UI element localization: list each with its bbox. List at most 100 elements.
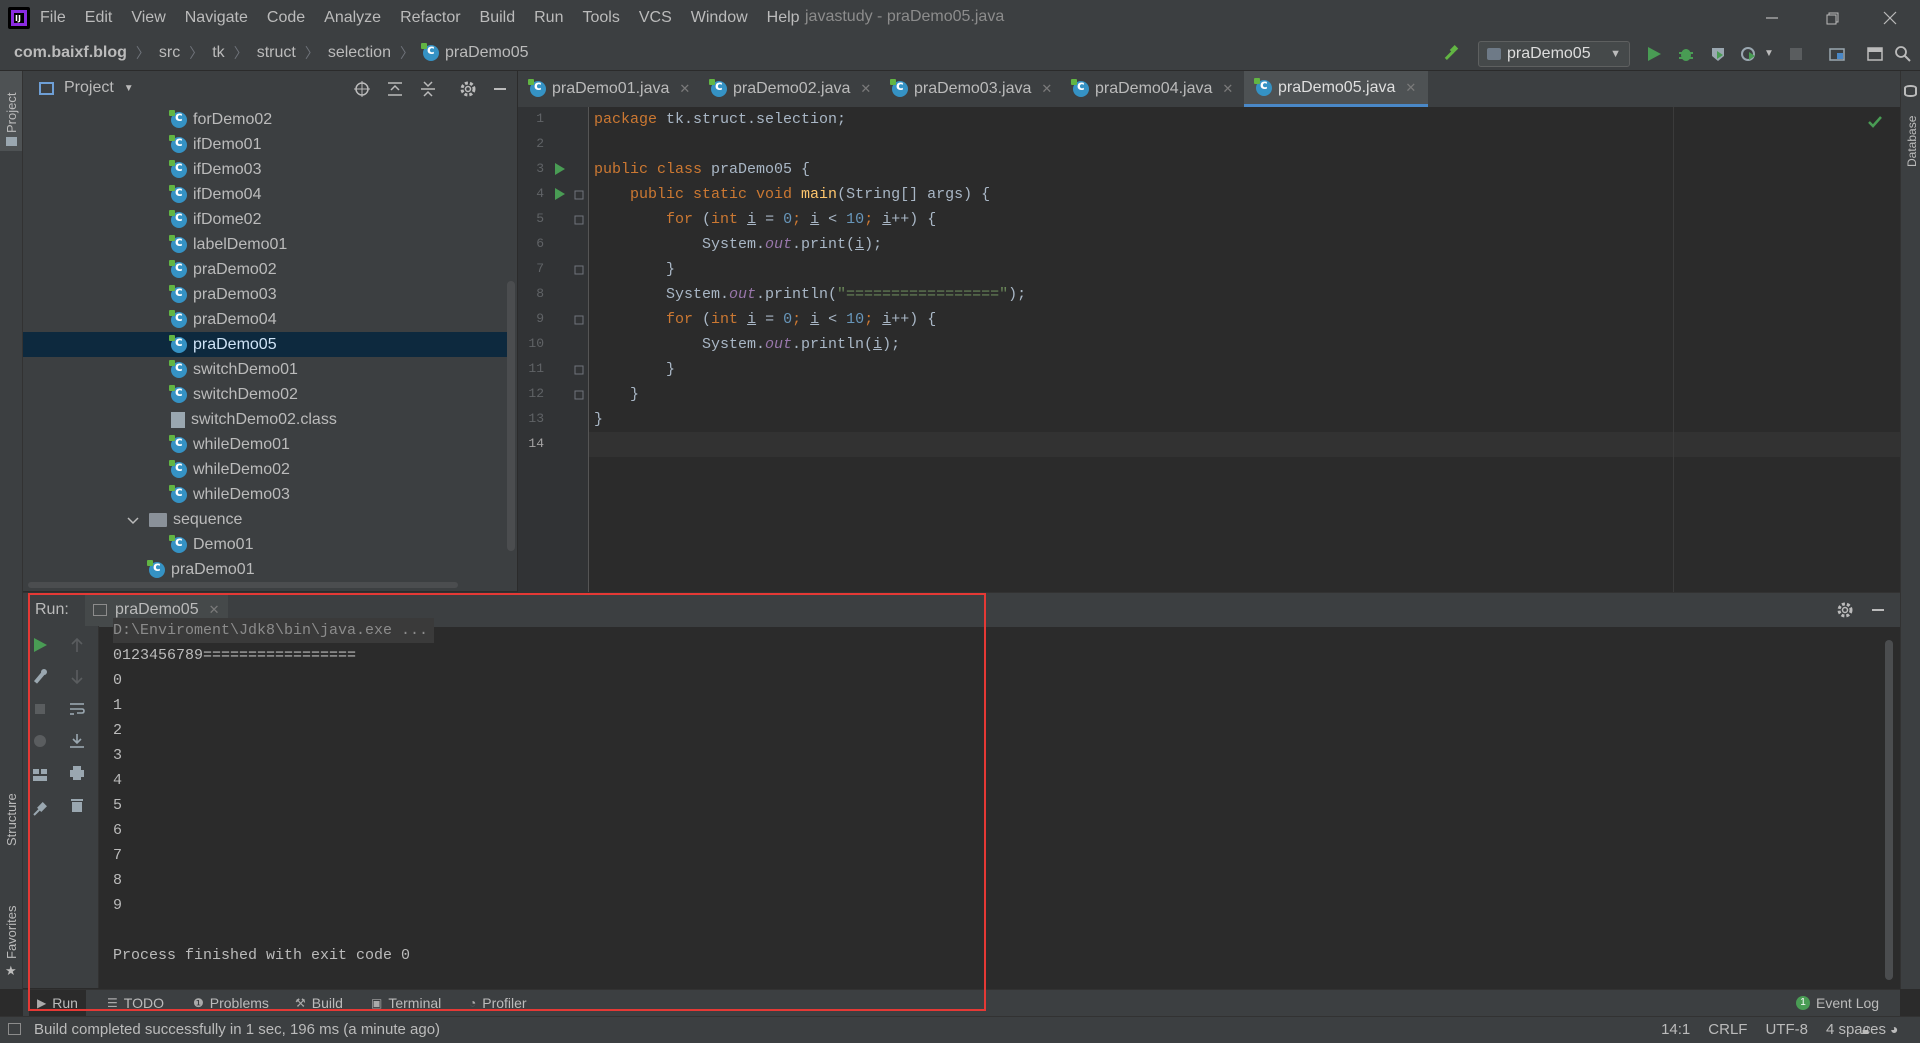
search-icon[interactable] xyxy=(1894,45,1912,63)
tree-item[interactable]: ifDemo03 xyxy=(23,157,513,182)
tab-praDemo05-active[interactable]: praDemo05.java ✕ xyxy=(1244,71,1429,107)
tree-item[interactable]: ifDemo04 xyxy=(23,182,513,207)
chevron-right-icon: 〉 xyxy=(189,45,204,61)
menu-navigate[interactable]: Navigate xyxy=(185,9,248,27)
tree-item[interactable]: whileDemo02 xyxy=(23,457,513,482)
build-hammer-icon[interactable] xyxy=(1442,45,1460,63)
tree-item[interactable]: praDemo03 xyxy=(23,282,513,307)
close-tab-icon[interactable]: ✕ xyxy=(1405,80,1416,96)
tree-item[interactable]: switchDemo01 xyxy=(23,357,513,382)
tree-item[interactable]: Demo01 xyxy=(23,532,513,557)
tab-praDemo01[interactable]: praDemo01.java ✕ xyxy=(528,71,690,107)
fold-icon[interactable] xyxy=(574,215,584,225)
project-view-select[interactable]: Project ▼ xyxy=(39,79,134,97)
breadcrumb-project[interactable]: com.baixf.blog xyxy=(14,44,127,62)
hide-panel-icon[interactable] xyxy=(1869,601,1887,619)
breadcrumb-src[interactable]: src xyxy=(159,44,180,62)
lock-icon[interactable]: 🔓︎ xyxy=(1862,1022,1870,1038)
close-window-icon[interactable] xyxy=(1878,6,1902,30)
menu-window[interactable]: Window xyxy=(691,9,748,27)
debug-icon[interactable] xyxy=(1677,45,1695,63)
breadcrumb-selection[interactable]: selection xyxy=(328,44,391,62)
close-tab-icon[interactable]: ✕ xyxy=(679,81,690,97)
breadcrumb-class[interactable]: praDemo05 xyxy=(445,44,529,62)
tab-praDemo04[interactable]: praDemo04.java ✕ xyxy=(1071,71,1233,107)
fold-icon[interactable] xyxy=(574,315,584,325)
run-gutter-icon[interactable] xyxy=(554,187,566,201)
minimize-icon[interactable] xyxy=(1760,6,1784,30)
run-gutter-icon[interactable] xyxy=(554,162,566,176)
run-with-coverage-icon[interactable] xyxy=(1709,45,1727,63)
stop-icon[interactable] xyxy=(1787,45,1805,63)
tab-praDemo03[interactable]: praDemo03.java ✕ xyxy=(890,71,1052,107)
close-tab-icon[interactable]: ✕ xyxy=(1222,81,1233,97)
tree-item[interactable]: ifDemo01 xyxy=(23,132,513,157)
favorites-tool-button[interactable]: Favorites ★ xyxy=(0,879,22,978)
chevron-down-icon[interactable] xyxy=(127,514,139,526)
tree-item[interactable]: labelDemo01 xyxy=(23,232,513,257)
menu-build[interactable]: Build xyxy=(480,9,516,27)
menu-file[interactable]: File xyxy=(40,9,66,27)
line-separator[interactable]: CRLF xyxy=(1708,1021,1747,1038)
menu-vcs[interactable]: VCS xyxy=(639,9,672,27)
run-icon[interactable] xyxy=(1645,45,1663,63)
tree-item[interactable]: ifDome02 xyxy=(23,207,513,232)
menu-analyze[interactable]: Analyze xyxy=(324,9,381,27)
structure-tool-button[interactable]: Structure xyxy=(0,771,22,851)
tree-item-selected[interactable]: praDemo05 xyxy=(23,332,513,357)
project-tool-button[interactable]: Project xyxy=(0,71,22,151)
status-message[interactable]: Build completed successfully in 1 sec, 1… xyxy=(34,1021,440,1038)
menu-edit[interactable]: Edit xyxy=(85,9,113,27)
tree-vertical-scrollbar[interactable] xyxy=(507,281,515,551)
tree-item[interactable]: switchDemo02 xyxy=(23,382,513,407)
tree-item[interactable]: whileDemo01 xyxy=(23,432,513,457)
tree-item[interactable]: switchDemo02.class xyxy=(23,407,513,432)
hide-panel-icon[interactable] xyxy=(491,80,509,98)
close-tab-icon[interactable]: ✕ xyxy=(860,81,871,97)
collapse-all-icon[interactable] xyxy=(419,80,437,98)
code-token: .println( xyxy=(792,336,874,353)
no-problems-check-icon[interactable] xyxy=(1868,115,1882,129)
tree-item[interactable]: whileDemo03 xyxy=(23,482,513,507)
toggle-window-icon[interactable] xyxy=(1866,45,1884,63)
fold-icon[interactable] xyxy=(574,190,584,200)
tree-horizontal-scrollbar[interactable] xyxy=(28,582,458,588)
tab-praDemo02[interactable]: praDemo02.java ✕ xyxy=(709,71,871,107)
project-structure-icon[interactable] xyxy=(1828,45,1846,63)
locate-file-icon[interactable] xyxy=(353,80,371,98)
gear-icon[interactable] xyxy=(459,80,477,98)
fold-icon[interactable] xyxy=(574,365,584,375)
toolwindow-event-log[interactable]: 1 Event Log xyxy=(1796,990,1879,1016)
memory-indicator-icon[interactable]: ◕ xyxy=(1890,1021,1898,1037)
code-token-variable: i xyxy=(747,311,757,328)
indent-setting[interactable]: 4 spaces xyxy=(1826,1021,1886,1038)
menu-help[interactable]: Help xyxy=(767,9,800,27)
tree-folder-sequence[interactable]: sequence xyxy=(23,507,513,532)
tool-windows-toggle-icon[interactable] xyxy=(8,1023,21,1035)
menu-view[interactable]: View xyxy=(131,9,165,27)
tree-item[interactable]: forDemo02 xyxy=(23,107,513,132)
run-configuration-select[interactable]: praDemo05 ▼ xyxy=(1478,41,1630,67)
caret-position[interactable]: 14:1 xyxy=(1661,1021,1690,1038)
database-tool-button[interactable]: Database xyxy=(1901,71,1920,171)
expand-all-icon[interactable] xyxy=(386,80,404,98)
close-tab-icon[interactable]: ✕ xyxy=(1041,81,1052,97)
breadcrumb-tk[interactable]: tk xyxy=(212,44,224,62)
console-scrollbar[interactable] xyxy=(1885,640,1893,980)
more-run-options-icon[interactable]: ▼ xyxy=(1764,48,1774,59)
menu-refactor[interactable]: Refactor xyxy=(400,9,460,27)
menu-run[interactable]: Run xyxy=(534,9,563,27)
restore-icon[interactable] xyxy=(1820,6,1844,30)
profiler-icon[interactable] xyxy=(1740,45,1758,63)
menu-code[interactable]: Code xyxy=(267,9,305,27)
breadcrumb-struct[interactable]: struct xyxy=(257,44,296,62)
fold-icon[interactable] xyxy=(574,390,584,400)
file-encoding[interactable]: UTF-8 xyxy=(1765,1021,1808,1038)
menu-tools[interactable]: Tools xyxy=(582,9,619,27)
tree-item[interactable]: praDemo01 xyxy=(23,557,513,582)
tree-item[interactable]: praDemo04 xyxy=(23,307,513,332)
code-editor[interactable]: 1 2 3 4 5 6 7 8 9 10 11 12 13 14 package… xyxy=(518,107,1900,592)
gear-icon[interactable] xyxy=(1836,601,1854,619)
fold-icon[interactable] xyxy=(574,265,584,275)
tree-item[interactable]: praDemo02 xyxy=(23,257,513,282)
